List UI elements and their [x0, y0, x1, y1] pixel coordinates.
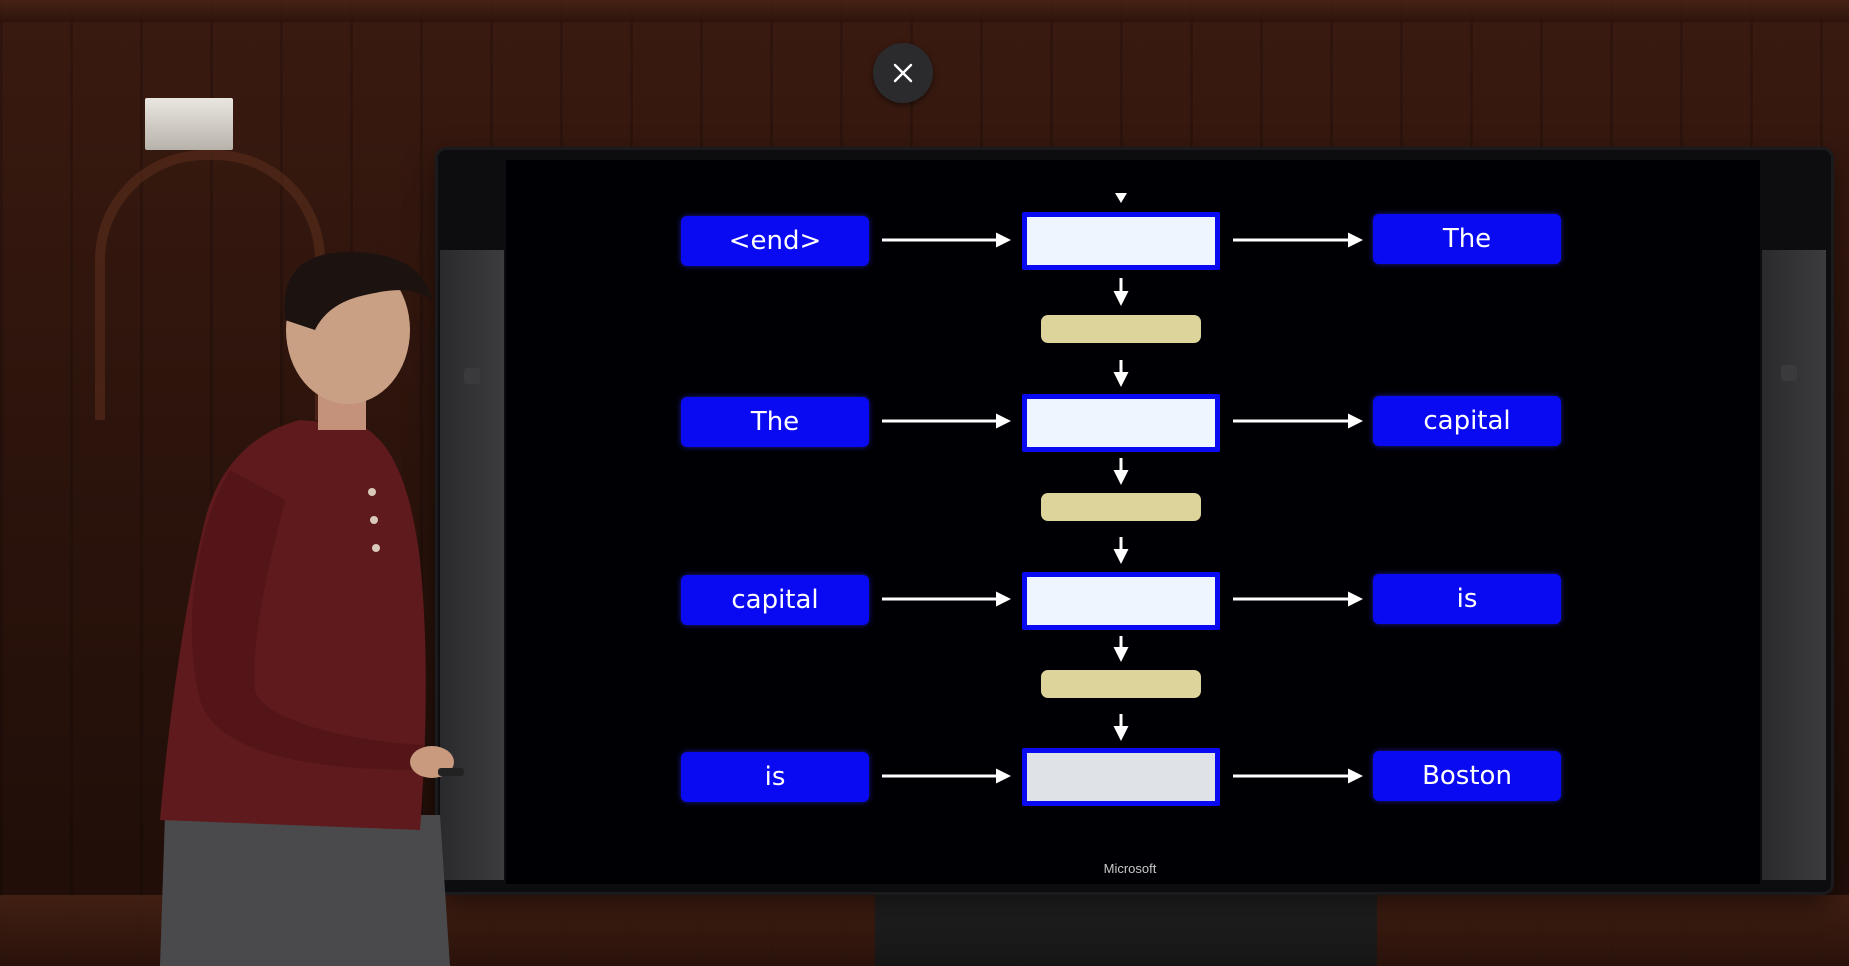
- close-button[interactable]: [873, 43, 933, 103]
- video-frame: <end> The capital is The capital is Bost…: [0, 0, 1849, 966]
- close-icon: [893, 63, 913, 83]
- sweater-button-1: [368, 488, 376, 496]
- sweater-button-3: [372, 544, 380, 552]
- presenter-trousers: [160, 815, 450, 966]
- clicker-remote-icon: [438, 768, 464, 776]
- presenter-figure: [160, 252, 464, 966]
- sweater-button-2: [370, 516, 378, 524]
